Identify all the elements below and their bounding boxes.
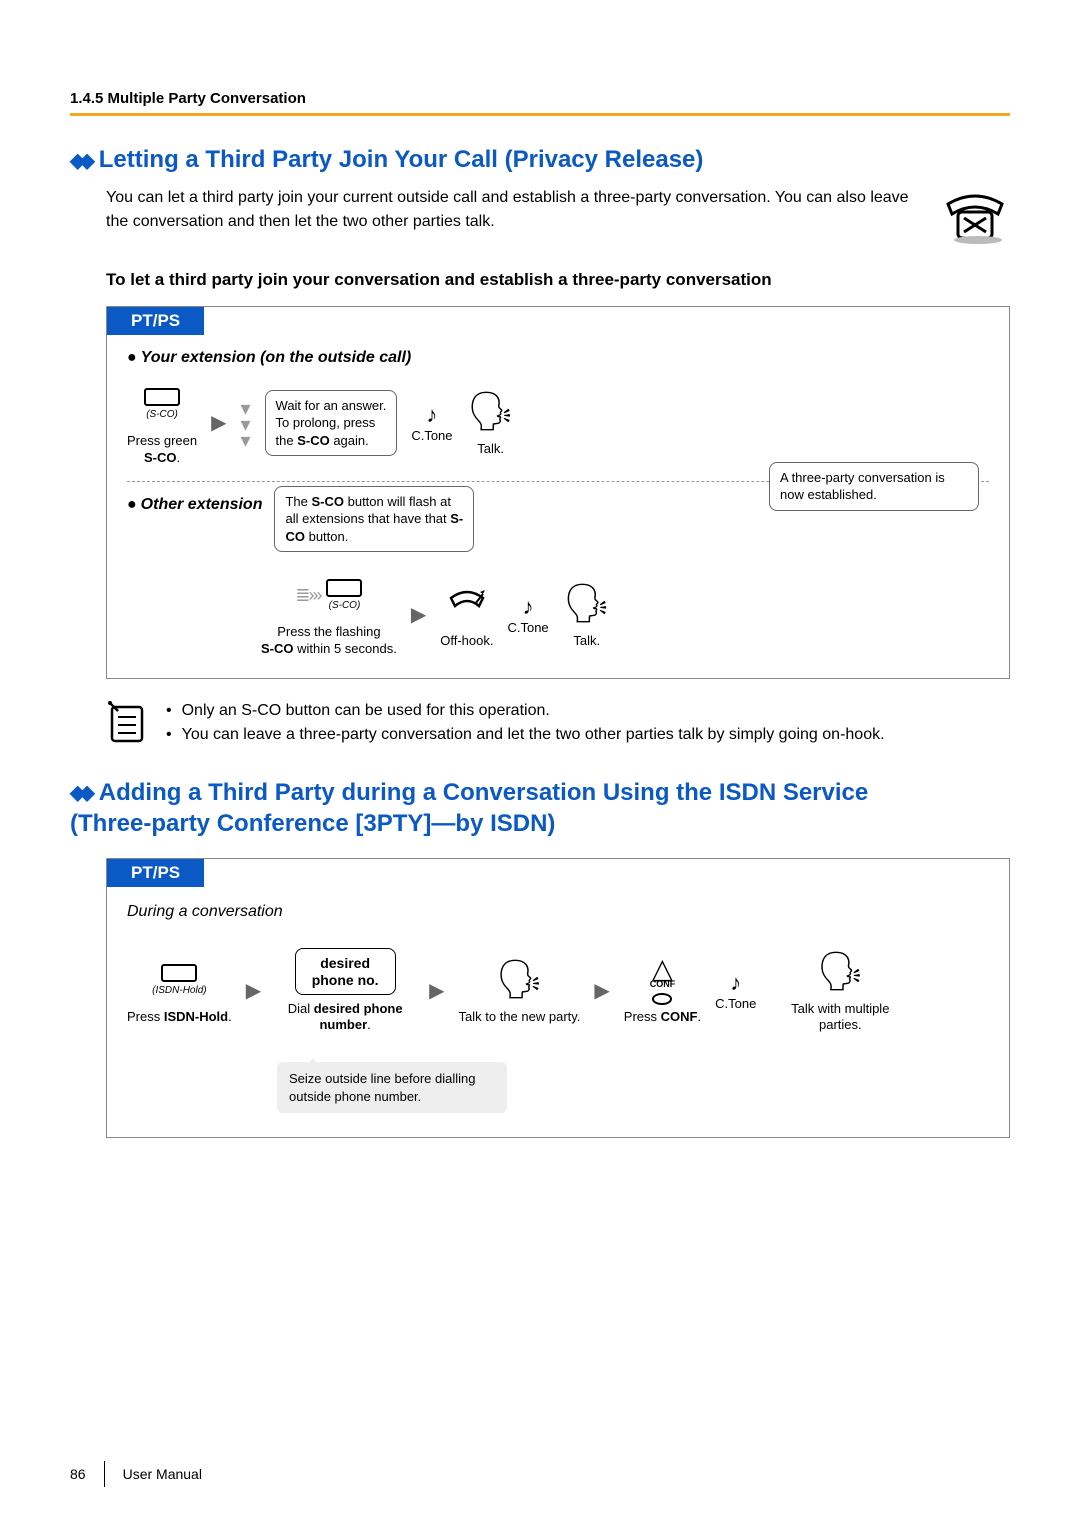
three-party-established-bubble: A three-party conversation is now establ… xyxy=(769,462,979,511)
page-content: 1.4.5 Multiple Party Conversation ◆◆ Let… xyxy=(0,0,1080,1198)
ctone-2: ♪ C.Tone xyxy=(507,594,548,635)
isdn-hold-button-label: (ISDN-Hold) xyxy=(152,984,206,997)
section-1-subheading: To let a third party join your conversat… xyxy=(106,270,1010,290)
arrow-right-icon: ▶ xyxy=(429,978,444,1003)
blink-lines-icon: ≣››› xyxy=(295,584,320,607)
page-footer: 86 User Manual xyxy=(70,1461,202,1487)
section-1-intro-row: You can let a third party join your curr… xyxy=(70,186,1010,246)
step-arrows-down-1: ▾▾▾ xyxy=(240,395,250,451)
section-1-title: ◆◆ Letting a Third Party Join Your Call … xyxy=(70,146,1010,174)
step-press-sco: (S-CO) Press green S-CO. xyxy=(127,379,197,467)
breadcrumb: 1.4.5 Multiple Party Conversation xyxy=(70,90,1010,116)
flow-1-divider: A three-party conversation is now establ… xyxy=(127,481,989,482)
step-talk-2: 🗣 Talk. xyxy=(563,579,611,650)
offhook-icon xyxy=(447,586,487,622)
talk-waves-icon: 🗣 xyxy=(495,961,543,999)
other-extension-label: ●Other extension xyxy=(127,496,262,514)
step-press-conf: △ CONF Press CONF. xyxy=(624,955,701,1026)
sco-button-label-2: (S-CO) xyxy=(329,599,361,612)
section-1-intro: You can let a third party join your curr… xyxy=(70,186,920,246)
flow-2-row: (ISDN-Hold) Press ISDN-Hold. ▶ desiredph… xyxy=(127,947,989,1035)
during-conversation-label: During a conversation xyxy=(127,903,989,921)
arrows-down-icon: ▾▾▾ xyxy=(240,401,250,449)
note-item-2: •You can leave a three-party conversatio… xyxy=(166,723,885,747)
arrow-right-icon: ▶ xyxy=(246,978,261,1003)
flow-diagram-1: PT/PS ●Your extension (on the outside ca… xyxy=(106,306,1010,679)
wait-answer-bubble: Wait for an answer. To prolong, press th… xyxy=(265,390,398,457)
notes-block: •Only an S-CO button can be used for thi… xyxy=(106,699,1010,747)
step-offhook: Off-hook. xyxy=(440,579,493,650)
notepad-icon xyxy=(106,699,148,745)
step-talk-new: 🗣 Talk to the new party. xyxy=(459,955,581,1026)
sco-button-icon-2 xyxy=(326,579,362,597)
music-note-icon: ♪ xyxy=(523,594,534,620)
round-button-icon xyxy=(652,993,672,1005)
flow-1-tab: PT/PS xyxy=(107,307,204,335)
step-blinking-sco: ≣››› (S-CO) Press the flashing S-CO with… xyxy=(261,570,397,658)
seize-outside-line-note: Seize outside line before dialling outsi… xyxy=(277,1062,507,1113)
desk-phone-icon xyxy=(940,186,1010,246)
sco-button-icon xyxy=(144,388,180,406)
page-number: 86 xyxy=(70,1466,86,1482)
sco-flash-bubble: The S-CO button will flash at all extens… xyxy=(274,486,474,553)
step-talk-1: 🗣 Talk. xyxy=(467,387,515,458)
section-1-title-text: Letting a Third Party Join Your Call (Pr… xyxy=(99,146,704,174)
diamond-bullet-icon: ◆◆ xyxy=(70,148,89,173)
flow-2-tab: PT/PS xyxy=(107,859,204,887)
ctone-1: ♪ C.Tone xyxy=(411,402,452,443)
your-extension-label: ●Your extension (on the outside call) xyxy=(127,349,989,367)
ctone-3: ♪ C.Tone xyxy=(715,970,756,1011)
arrow-right-icon: ▶ xyxy=(594,978,609,1003)
desired-phone-input: desiredphone no. xyxy=(295,948,396,996)
step-dial-number: desiredphone no. Dial desired phone numb… xyxy=(275,947,415,1035)
step-isdn-hold: (ISDN-Hold) Press ISDN-Hold. xyxy=(127,955,232,1026)
arrow-right-icon: ▶ xyxy=(211,410,226,435)
flow-diagram-2: PT/PS During a conversation (ISDN-Hold) … xyxy=(106,858,1010,1139)
music-note-icon: ♪ xyxy=(730,970,741,996)
talk-waves-icon: 🗣 xyxy=(563,585,611,623)
note-item-1: •Only an S-CO button can be used for thi… xyxy=(166,699,885,723)
footer-label: User Manual xyxy=(123,1466,202,1482)
diamond-bullet-icon: ◆◆ xyxy=(70,780,89,806)
sco-button-label: (S-CO) xyxy=(146,408,178,421)
music-note-icon: ♪ xyxy=(426,402,437,428)
arrow-right-icon: ▶ xyxy=(411,602,426,627)
talk-waves-icon: 🗣 xyxy=(467,393,515,431)
section-2-title: ◆◆ Adding a Third Party during a Convers… xyxy=(70,777,1010,839)
flow-1-row-top: (S-CO) Press green S-CO. ▶ ▾▾▾ Wait for … xyxy=(127,379,989,467)
step-talk-multi: 🗣 Talk with multiple parties. xyxy=(770,947,910,1035)
flow-1-row-bottom: ≣››› (S-CO) Press the flashing S-CO with… xyxy=(127,570,989,658)
talk-waves-icon: 🗣 xyxy=(816,953,864,991)
isdn-hold-button-icon xyxy=(161,964,197,982)
